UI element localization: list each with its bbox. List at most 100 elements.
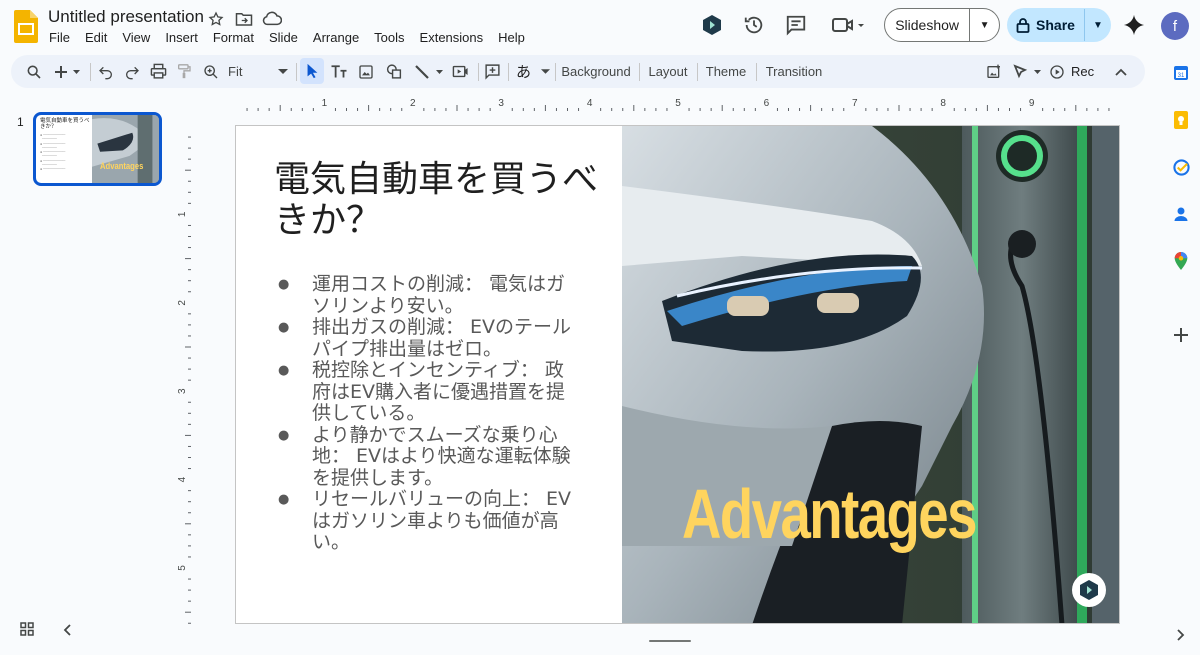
record-button[interactable]: Rec <box>1049 55 1095 88</box>
slide-thumbnail[interactable]: 電気自動車を買うべきか？ ● ───────── ────── ● ───────… <box>33 112 162 186</box>
calendar-icon[interactable]: 31 <box>1172 64 1190 82</box>
menu-extensions[interactable]: Extensions <box>420 30 484 45</box>
ruler-number: 9 <box>1029 98 1035 109</box>
show-side-panel-icon[interactable] <box>1172 626 1190 644</box>
bullet-item: より静かでスムーズな乗り心地： EVはより快適な運転体験を提供します。 <box>278 424 578 490</box>
ruler-number: 5 <box>178 565 188 571</box>
share-label: Share <box>1036 17 1075 33</box>
insert-image-icon[interactable] <box>357 55 375 88</box>
menu-help[interactable]: Help <box>498 30 525 45</box>
advantages-caption: Advantages <box>682 475 977 553</box>
insert-video-icon[interactable] <box>451 55 469 88</box>
slide-bullet-list[interactable]: 運用コストの削減： 電気はガソリンより安い。 排出ガスの削減： EVのテールパイ… <box>278 273 578 554</box>
menu-format[interactable]: Format <box>213 30 254 45</box>
add-addon-icon[interactable] <box>1172 326 1190 344</box>
cloud-saved-icon[interactable] <box>262 9 282 29</box>
horizontal-ruler: 1 2 3 4 5 6 7 8 9 <box>236 96 1120 112</box>
slideshow-label[interactable]: Slideshow <box>885 9 971 41</box>
menu-view[interactable]: View <box>122 30 150 45</box>
insert-slide-image-icon[interactable] <box>985 55 1003 88</box>
slide-canvas[interactable]: 電気自動車を買うべきか？ 運用コストの削減： 電気はガソリンより安い。 排出ガス… <box>235 125 1120 624</box>
input-tools-label: あ <box>516 64 532 81</box>
print-icon[interactable] <box>149 55 167 88</box>
account-avatar[interactable]: f <box>1161 12 1189 40</box>
menu-edit[interactable]: Edit <box>85 30 107 45</box>
slide-number: 1 <box>17 115 24 129</box>
theme-button[interactable]: Theme <box>705 55 747 88</box>
star-icon[interactable] <box>206 9 226 29</box>
grid-view-icon[interactable] <box>20 622 34 641</box>
app-header: Untitled presentation File Edit View Ins… <box>0 0 1200 54</box>
background-button[interactable]: Background <box>561 55 630 88</box>
record-icon <box>1050 64 1064 79</box>
slide-title[interactable]: 電気自動車を買うべきか？ <box>274 159 604 241</box>
menu-slide[interactable]: Slide <box>269 30 298 45</box>
laser-pointer-icon[interactable] <box>1011 55 1045 88</box>
paint-format-icon[interactable] <box>175 55 193 88</box>
transition-button[interactable]: Transition <box>765 55 823 88</box>
redo-icon[interactable] <box>123 55 141 88</box>
bullet-item: 税控除とインセンティブ： 政府はEV購入者に優遇措置を提供している。 <box>278 359 578 425</box>
zoom-dropdown-icon <box>278 68 288 74</box>
undo-icon[interactable] <box>97 55 115 88</box>
keep-icon[interactable] <box>1172 111 1190 129</box>
thumb-advantages-label: Advantages <box>100 161 144 171</box>
bullet-item: リセールバリューの向上： EVはガソリン車よりも価値が高い。 <box>278 488 578 554</box>
new-slide-icon[interactable] <box>53 55 83 88</box>
maps-icon[interactable] <box>1172 252 1190 270</box>
meet-video-icon[interactable] <box>830 14 866 36</box>
layout-button[interactable]: Layout <box>647 55 689 88</box>
shape-icon[interactable] <box>384 55 404 88</box>
extension-overlay-icon[interactable] <box>1072 573 1106 607</box>
ruler-number: 3 <box>498 98 504 109</box>
comments-icon[interactable] <box>785 14 807 36</box>
ruler-number: 2 <box>410 98 416 109</box>
add-comment-icon[interactable] <box>483 55 501 88</box>
document-title[interactable]: Untitled presentation <box>48 7 204 27</box>
thumb-bullets: ● ───────── ────── ● ───────── ────── ● ──… <box>40 133 66 172</box>
main-toolbar: Fit あ Background Layout Theme Transition <box>11 55 1145 88</box>
record-label: Rec <box>1071 64 1095 79</box>
ruler-number: 1 <box>178 211 188 217</box>
collapse-toolbar-icon[interactable] <box>1113 55 1129 88</box>
input-tools-dropdown-icon <box>541 68 550 74</box>
slideshow-dropdown-icon[interactable]: ▼ <box>970 20 999 31</box>
thumb-title: 電気自動車を買うべきか？ <box>40 118 90 130</box>
menu-tools[interactable]: Tools <box>374 30 404 45</box>
ruler-number: 7 <box>852 98 858 109</box>
move-folder-icon[interactable] <box>234 9 254 29</box>
ruler-number: 4 <box>587 98 593 109</box>
zoom-icon[interactable] <box>202 55 220 88</box>
ruler-number: 8 <box>940 98 946 109</box>
zoom-select[interactable]: Fit <box>228 55 288 88</box>
ruler-number: 1 <box>322 98 328 109</box>
share-button[interactable]: Share ▼ <box>1007 8 1111 42</box>
version-history-icon[interactable] <box>743 14 765 36</box>
search-menus-icon[interactable] <box>25 55 43 88</box>
editor-scroll-handle[interactable] <box>649 640 691 642</box>
menu-insert[interactable]: Insert <box>165 30 198 45</box>
vertical-ruler: 1 2 3 4 5 <box>177 126 192 624</box>
share-dropdown-icon[interactable]: ▼ <box>1085 20 1111 31</box>
input-tools-select[interactable]: あ <box>516 55 550 88</box>
menu-bar: File Edit View Insert Format Slide Arran… <box>49 30 540 45</box>
ruler-number: 5 <box>675 98 681 109</box>
thumb-car-image: Advantages <box>92 115 159 183</box>
menu-file[interactable]: File <box>49 30 70 45</box>
text-box-icon[interactable] <box>329 55 349 88</box>
slideshow-button[interactable]: Slideshow ▼ <box>884 8 1000 42</box>
menu-arrange[interactable]: Arrange <box>313 30 359 45</box>
select-tool-icon[interactable] <box>300 58 324 84</box>
collapse-filmstrip-icon[interactable] <box>63 623 71 641</box>
zoom-value: Fit <box>228 64 243 79</box>
ruler-number: 4 <box>178 476 188 482</box>
contacts-icon[interactable] <box>1172 205 1190 223</box>
svg-text:31: 31 <box>1178 73 1185 79</box>
tasks-icon[interactable] <box>1172 158 1190 176</box>
line-tool-icon[interactable] <box>413 55 449 88</box>
ruler-number: 2 <box>178 300 188 306</box>
lock-icon <box>1016 18 1030 33</box>
slides-logo-icon[interactable] <box>14 10 38 43</box>
extension-badge-icon[interactable] <box>701 14 723 36</box>
gemini-spark-icon[interactable] <box>1123 14 1145 36</box>
